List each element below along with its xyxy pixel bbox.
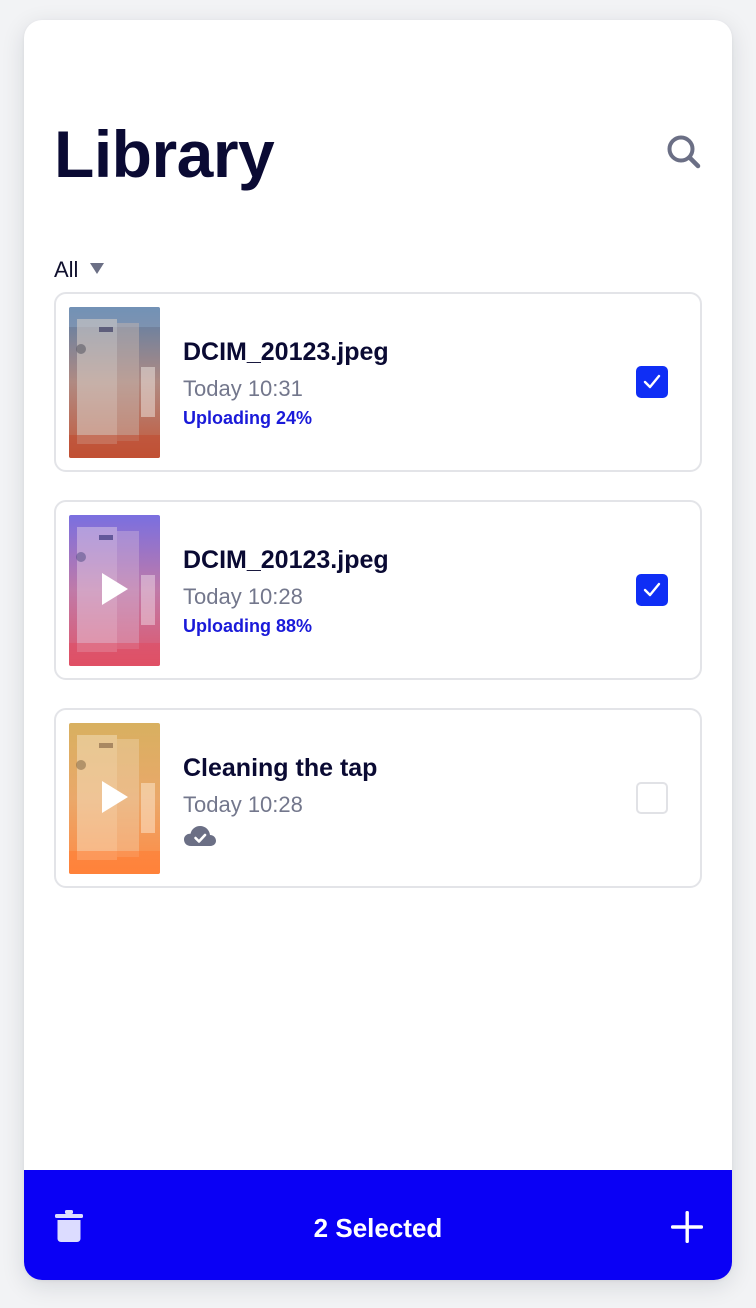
play-icon [102,573,128,605]
add-button[interactable] [670,1210,704,1244]
search-icon [667,135,701,169]
item-name: Cleaning the tap [183,754,378,782]
checkmark-icon [643,582,661,597]
upload-status: Uploading 24% [183,408,313,428]
item-time: Today 10:31 [183,376,303,401]
select-checkbox[interactable] [636,366,668,398]
checkmark-icon [643,374,661,389]
list-item[interactable]: DCIM_20123.jpeg Today 10:31 Uploading 24… [54,292,702,472]
thumbnail-video [69,515,160,666]
selected-count: 2 Selected [313,1213,443,1243]
library-screen: Library All DCIM_20123.jpeg Today 10:31 … [24,20,732,1280]
media-list: DCIM_20123.jpeg Today 10:31 Uploading 24… [54,292,702,916]
search-button[interactable] [664,132,706,174]
cloud-check-icon [183,824,217,848]
select-checkbox[interactable] [636,782,668,814]
item-name: DCIM_20123.jpeg [183,546,389,574]
item-time: Today 10:28 [183,584,303,609]
plus-icon [671,1211,703,1243]
upload-status: Uploading 88% [183,616,313,636]
thumbnail-video [69,723,160,874]
selection-bar: 2 Selected [24,1170,732,1280]
play-icon [102,781,128,813]
thumbnail-image [69,307,160,458]
item-name: DCIM_20123.jpeg [183,338,389,366]
item-time: Today 10:28 [183,792,303,817]
caret-down-icon [90,262,105,274]
filter-dropdown[interactable]: All [54,254,105,286]
page-title: Library [54,117,275,191]
list-item[interactable]: DCIM_20123.jpeg Today 10:28 Uploading 88… [54,500,702,680]
list-item[interactable]: Cleaning the tap Today 10:28 [54,708,702,888]
select-checkbox[interactable] [636,574,668,606]
filter-label: All [54,257,79,282]
